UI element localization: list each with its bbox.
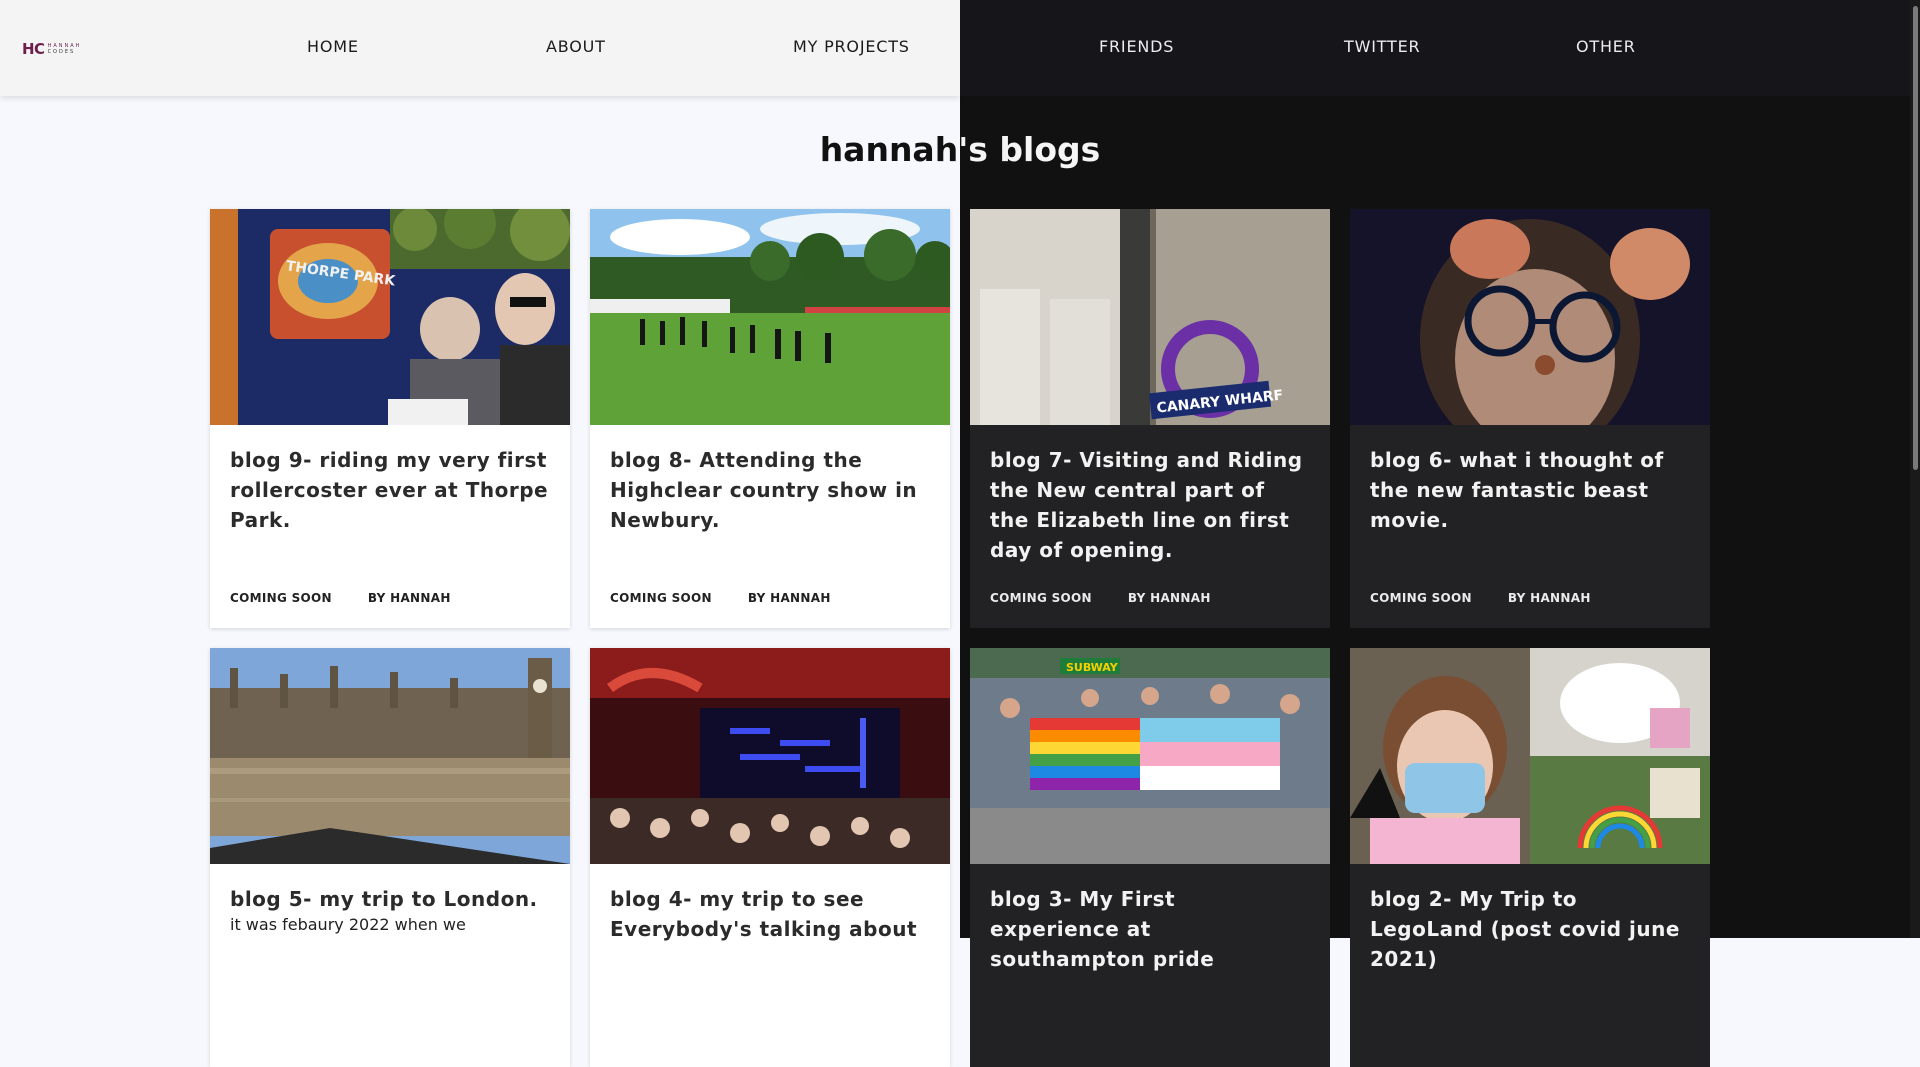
site-logo[interactable]: HC HANNAH CODES bbox=[22, 40, 81, 58]
blog-author: BY HANNAH bbox=[1507, 591, 1591, 605]
legoland-photo-icon bbox=[1350, 648, 1710, 864]
top-navbar: HC HANNAH CODES HOME ABOUT MY PROJECTS F… bbox=[0, 0, 1920, 96]
blog-card-title: blog 4- my trip to see Everybody's talki… bbox=[610, 887, 918, 941]
subway-sign: SUBWAY bbox=[1066, 661, 1119, 674]
thorpe-park-photo-icon: THORPE PARK bbox=[210, 209, 570, 425]
nav-my-projects[interactable]: MY PROJECTS bbox=[793, 37, 910, 56]
blog-author: BY HANNAH bbox=[747, 591, 831, 605]
page-scrollbar[interactable] bbox=[1910, 0, 1920, 938]
blog-card-title: blog 3- My First experience at southampt… bbox=[990, 887, 1215, 971]
blog-card-title: blog 8- Attending the Highclear country … bbox=[610, 448, 918, 532]
logo-mark: HC bbox=[22, 40, 45, 58]
blog-card-2[interactable]: blog 2- My Trip to LegoLand (post covid … bbox=[1350, 648, 1710, 1067]
nav-about[interactable]: ABOUT bbox=[546, 37, 606, 56]
blog-status: COMING SOON bbox=[1370, 591, 1472, 605]
blog-status: COMING SOON bbox=[610, 591, 712, 605]
blog-card-7[interactable]: CANARY WHARF blog 7- Visiting and Riding… bbox=[970, 209, 1330, 628]
selfie-photo-icon bbox=[1350, 209, 1710, 425]
blog-card-title: blog 9- riding my very first rollercoste… bbox=[230, 448, 549, 532]
blog-card-4[interactable]: blog 4- my trip to see Everybody's talki… bbox=[590, 648, 950, 1067]
blog-status: COMING SOON bbox=[230, 591, 332, 605]
country-show-photo-icon bbox=[590, 209, 950, 425]
blog-card-meta: COMING SOON BY HANNAH bbox=[1370, 591, 1591, 605]
nav-home[interactable]: HOME bbox=[307, 37, 359, 56]
blog-card-meta: COMING SOON BY HANNAH bbox=[990, 591, 1211, 605]
blog-card-8[interactable]: blog 8- Attending the Highclear country … bbox=[590, 209, 950, 628]
nav-twitter[interactable]: TWITTER bbox=[1344, 37, 1420, 56]
blog-author: BY HANNAH bbox=[367, 591, 451, 605]
blog-card-excerpt: it was febaury 2022 when we bbox=[230, 915, 466, 934]
canary-wharf-photo-icon: CANARY WHARF bbox=[970, 209, 1330, 425]
blog-author: BY HANNAH bbox=[1127, 591, 1211, 605]
theatre-photo-icon bbox=[590, 648, 950, 864]
scrollbar-thumb[interactable] bbox=[1913, 6, 1918, 470]
blog-card-title: blog 7- Visiting and Riding the New cent… bbox=[990, 448, 1303, 562]
blog-card-meta: COMING SOON BY HANNAH bbox=[610, 591, 831, 605]
nav-other[interactable]: OTHER bbox=[1576, 37, 1636, 56]
blog-status: COMING SOON bbox=[990, 591, 1092, 605]
london-photo-icon bbox=[210, 648, 570, 864]
blog-card-6[interactable]: blog 6- what i thought of the new fantas… bbox=[1350, 209, 1710, 628]
blog-card-9[interactable]: THORPE PARK blog 9- riding my very first… bbox=[210, 209, 570, 628]
blog-card-title: blog 6- what i thought of the new fantas… bbox=[1370, 448, 1664, 532]
blog-card-title: blog 5- my trip to London. bbox=[230, 887, 538, 911]
logo-wordmark: HANNAH CODES bbox=[48, 43, 82, 55]
nav-friends[interactable]: FRIENDS bbox=[1099, 37, 1174, 56]
blog-card-meta: COMING SOON BY HANNAH bbox=[230, 591, 451, 605]
pride-photo-icon: SUBWAY bbox=[970, 648, 1330, 864]
blog-card-title: blog 2- My Trip to LegoLand (post covid … bbox=[1370, 887, 1680, 971]
logo-line-2: CODES bbox=[47, 49, 76, 55]
blog-card-3[interactable]: SUBWAY blog 3- My First experience at so… bbox=[970, 648, 1330, 1067]
blog-card-5[interactable]: blog 5- my trip to London. it was febaur… bbox=[210, 648, 570, 1067]
